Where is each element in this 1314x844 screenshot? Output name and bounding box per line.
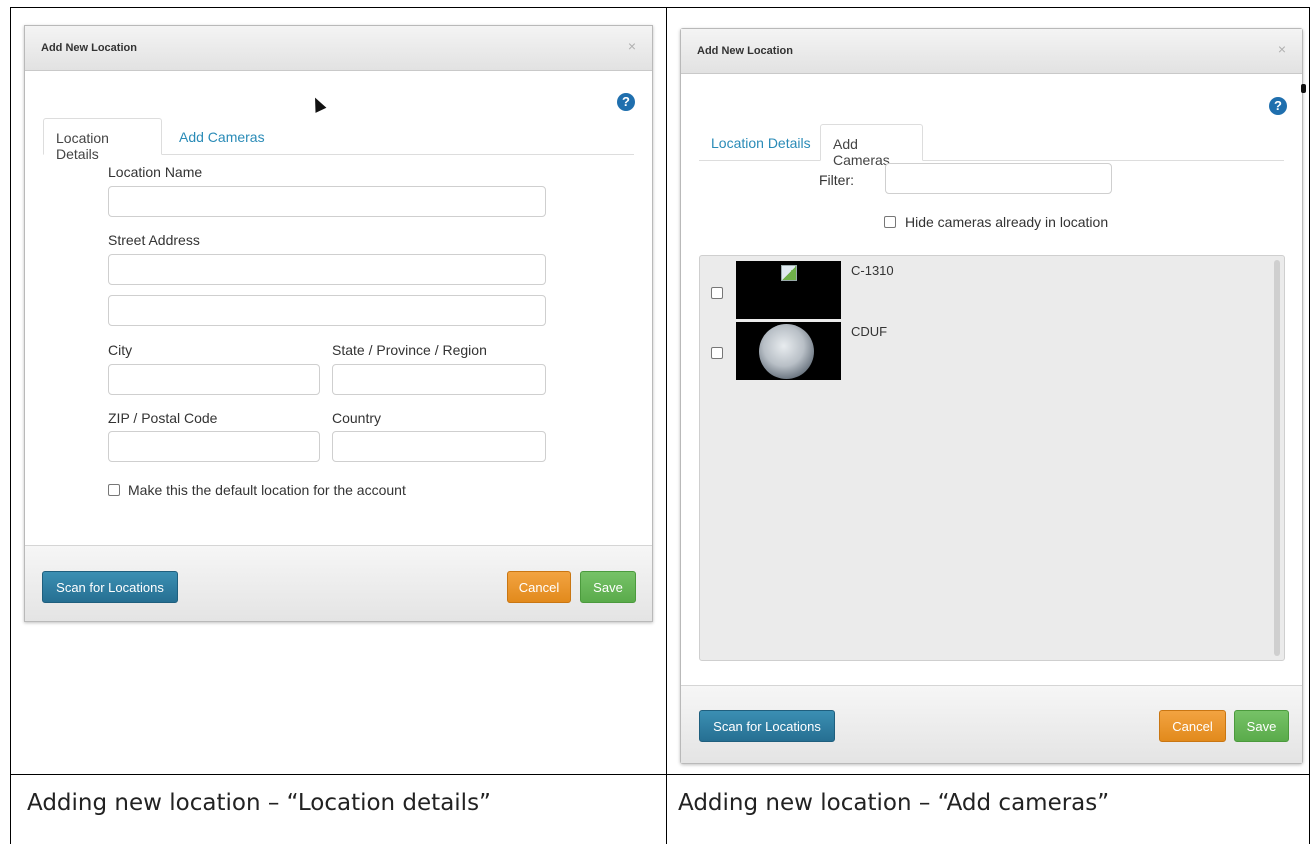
location-name-input[interactable] [108,186,546,217]
dialog-tabs: Location Details Add Cameras [43,118,634,162]
camera-thumbnail [736,261,841,319]
city-input[interactable] [108,364,320,395]
caption-location-details: Adding new location – “Location details” [27,790,491,816]
hide-cameras-checkbox[interactable] [884,216,896,228]
city-label: City [108,342,133,358]
scan-for-locations-button[interactable]: Scan for Locations [42,571,178,603]
dialog-title: Add New Location [697,45,793,57]
dialog-footer: Scan for Locations Cancel Save [25,545,652,621]
camera-checkbox[interactable] [711,347,723,359]
dialog-header: Add New Location × [25,26,652,71]
state-label: State / Province / Region [332,342,487,358]
add-location-dialog-details: Add New Location × Location Details Add … [24,25,653,622]
table-divider-horizontal [10,774,1310,775]
dialog-title: Add New Location [41,42,137,54]
save-button[interactable]: Save [1234,710,1289,742]
save-button[interactable]: Save [580,571,636,603]
camera-name: CDUF [851,324,888,339]
help-icon[interactable]: ? [617,93,635,111]
edge-mark [1301,84,1306,93]
help-icon[interactable]: ? [1269,97,1287,115]
location-name-label: Location Name [108,164,203,180]
tab-location-details[interactable]: Location Details [43,118,162,162]
camera-thumbnail [736,322,841,380]
broken-image-icon [781,265,797,281]
dialog-footer: Scan for Locations Cancel Save [681,685,1302,763]
cancel-button[interactable]: Cancel [1159,710,1226,742]
add-location-dialog-cameras: Add New Location × Location Details Add … [680,28,1303,764]
filter-input[interactable] [885,163,1112,194]
camera-list: C-1310 CDUF [699,255,1285,661]
scan-for-locations-button[interactable]: Scan for Locations [699,710,835,742]
tab-add-cameras[interactable]: Add Cameras [167,118,277,155]
fisheye-preview [759,324,814,379]
filter-label: Filter: [819,172,854,188]
street-address-line1-input[interactable] [108,254,546,285]
hide-cameras-label: Hide cameras already in location [905,214,1109,230]
state-input[interactable] [332,364,546,395]
caption-add-cameras: Adding new location – “Add cameras” [678,790,1110,816]
close-icon[interactable]: × [628,38,636,54]
dialog-header: Add New Location × [681,29,1302,74]
dialog-tabs: Location Details Add Cameras [699,124,1284,168]
street-address-label: Street Address [108,232,200,248]
default-location-checkbox[interactable] [108,484,120,496]
zip-input[interactable] [108,431,320,462]
cancel-button[interactable]: Cancel [507,571,571,603]
tab-add-cameras[interactable]: Add Cameras [820,124,923,168]
table-divider-vertical [666,7,667,844]
camera-checkbox[interactable] [711,287,723,299]
zip-label: ZIP / Postal Code [108,410,218,426]
close-icon[interactable]: × [1278,41,1286,57]
street-address-line2-input[interactable] [108,295,546,326]
tab-location-details[interactable]: Location Details [699,124,823,161]
country-input[interactable] [332,431,546,462]
country-label: Country [332,410,382,426]
camera-name: C-1310 [851,263,894,278]
default-location-label: Make this the default location for the a… [128,482,406,498]
scrollbar[interactable] [1274,260,1280,656]
